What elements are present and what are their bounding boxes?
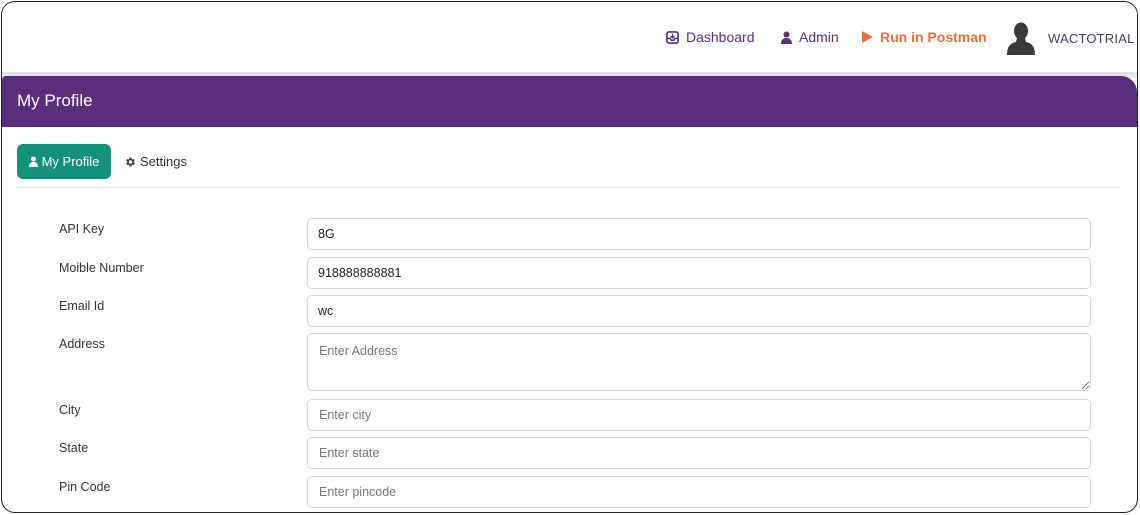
email-id-input[interactable] bbox=[307, 295, 1091, 327]
page-header: My Profile bbox=[2, 76, 1137, 127]
play-icon bbox=[862, 31, 873, 43]
user-icon bbox=[28, 156, 38, 167]
nav-postman-label: Run in Postman bbox=[880, 29, 987, 45]
user-icon bbox=[781, 31, 792, 44]
nav-run-in-postman-link[interactable]: Run in Postman bbox=[862, 26, 987, 48]
state-label: State bbox=[59, 441, 89, 455]
nav-dashboard-link[interactable]: Dashboard bbox=[666, 26, 755, 48]
tab-my-profile-label: My Profile bbox=[41, 154, 100, 169]
email-id-label: Email Id bbox=[59, 299, 105, 313]
city-label: City bbox=[59, 403, 81, 417]
state-input[interactable] bbox=[307, 437, 1091, 469]
pin-code-label: Pin Code bbox=[59, 480, 111, 494]
address-label: Address bbox=[59, 337, 105, 351]
tab-settings-label: Settings bbox=[140, 154, 187, 169]
inbox-icon bbox=[666, 30, 679, 44]
tab-settings[interactable]: Settings bbox=[124, 144, 187, 179]
mobile-number-input[interactable] bbox=[307, 257, 1091, 289]
pin-code-input[interactable] bbox=[307, 476, 1091, 508]
city-input[interactable] bbox=[307, 399, 1091, 431]
nav-dashboard-label: Dashboard bbox=[686, 29, 755, 45]
user-menu[interactable]: WACTOTRIAL bbox=[1007, 21, 1135, 55]
nav-admin-link[interactable]: Admin bbox=[781, 26, 839, 48]
api-key-input[interactable] bbox=[307, 218, 1091, 250]
app-window: Dashboard Admin Run in Postman WACTOTRIA… bbox=[1, 1, 1138, 513]
nav-admin-label: Admin bbox=[799, 29, 839, 45]
mobile-number-label: Moible Number bbox=[59, 261, 144, 275]
address-textarea[interactable] bbox=[307, 333, 1091, 391]
gear-icon bbox=[126, 157, 135, 166]
username-label: WACTOTRIAL bbox=[1048, 30, 1135, 46]
tab-my-profile[interactable]: My Profile bbox=[17, 144, 111, 179]
top-navigation: Dashboard Admin Run in Postman WACTOTRIA… bbox=[2, 2, 1137, 72]
api-key-label: API Key bbox=[59, 222, 105, 236]
tab-divider bbox=[17, 187, 1119, 188]
avatar bbox=[1007, 22, 1035, 55]
page-title: My Profile bbox=[17, 91, 93, 110]
